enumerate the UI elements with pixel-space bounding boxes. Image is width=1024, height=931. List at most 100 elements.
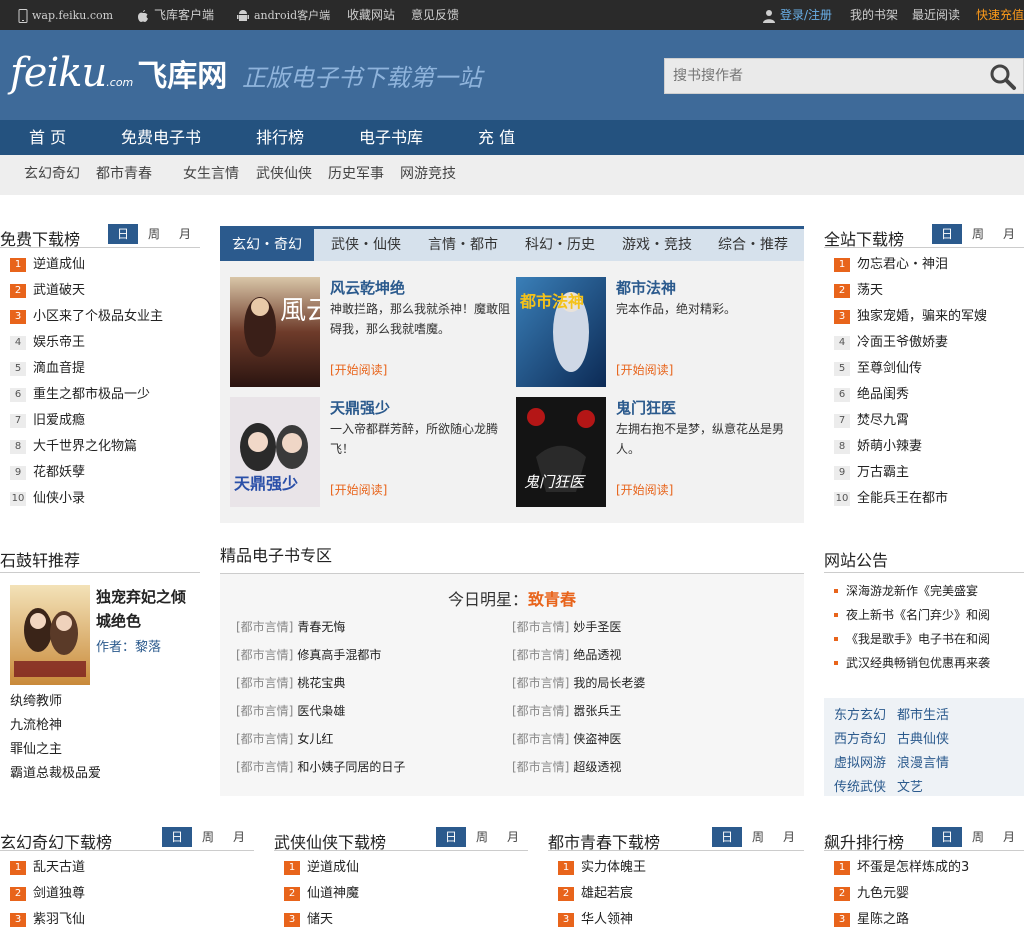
tab-month[interactable]: 月 <box>994 827 1024 847</box>
nav-recharge[interactable]: 充 值 <box>478 120 515 155</box>
tab-youxi-jingji[interactable]: 游戏・竞技 <box>622 229 692 261</box>
list-item[interactable]: [都市言情] 嚣张兵王 <box>512 697 645 725</box>
ios-client-link[interactable]: 飞库客户端 <box>136 0 214 30</box>
favorite-link[interactable]: 收藏网站 <box>347 0 395 30</box>
recent-reading-link[interactable]: 最近阅读 <box>912 0 960 30</box>
tab-wuxia-xianxia[interactable]: 武侠・仙侠 <box>331 229 401 261</box>
rank-item[interactable]: 2 九色元婴 <box>824 881 1024 907</box>
rank-item[interactable]: 2 剑道独尊 <box>0 881 254 907</box>
book-cover[interactable]: 鬼门狂医 <box>516 397 606 507</box>
list-item[interactable]: 罪仙之主 <box>10 738 101 762</box>
tab-day[interactable]: 日 <box>108 224 138 244</box>
book-title[interactable]: 独宠弃妃之倾城绝色 <box>96 585 196 633</box>
tab-month[interactable]: 月 <box>774 827 804 847</box>
tab-week[interactable]: 周 <box>963 827 993 847</box>
rank-item[interactable]: 5 至尊剑仙传 <box>824 356 1024 382</box>
rank-item[interactable]: 3 星陈之路 <box>824 907 1024 931</box>
tab-month[interactable]: 月 <box>994 224 1024 244</box>
start-reading-link[interactable]: [开始阅读] <box>330 361 387 378</box>
start-reading-link[interactable]: [开始阅读] <box>616 481 673 498</box>
list-item[interactable]: 纨绔教师 <box>10 690 101 714</box>
nav-rankings[interactable]: 排行榜 <box>256 120 304 155</box>
subnav-wuxia[interactable]: 武侠仙侠 <box>256 155 312 195</box>
list-item[interactable]: [都市言情] 超级透视 <box>512 753 645 781</box>
tab-month[interactable]: 月 <box>224 827 254 847</box>
category-link[interactable]: 文艺 <box>897 776 923 795</box>
tab-day[interactable]: 日 <box>932 827 962 847</box>
tab-week[interactable]: 周 <box>743 827 773 847</box>
nav-library[interactable]: 电子书库 <box>359 120 423 155</box>
tab-xuanhuan-qihuan[interactable]: 玄幻・奇幻 <box>220 229 314 261</box>
rank-item[interactable]: 1 乱天古道 <box>0 855 254 881</box>
tab-week[interactable]: 周 <box>193 827 223 847</box>
list-item[interactable]: [都市言情] 修真高手混都市 <box>236 641 405 669</box>
bookshelf-link[interactable]: 我的书架 <box>850 0 898 30</box>
list-item[interactable]: [都市言情] 我的局长老婆 <box>512 669 645 697</box>
rank-item[interactable]: 3 储天 <box>274 907 528 931</box>
list-item[interactable]: [都市言情] 侠盗神医 <box>512 725 645 753</box>
tab-day[interactable]: 日 <box>436 827 466 847</box>
rank-item[interactable]: 5 滴血音提 <box>0 356 200 382</box>
android-client-link[interactable]: android客户端 <box>236 0 330 30</box>
author-name[interactable]: 黎落 <box>135 640 161 655</box>
subnav-lishi[interactable]: 历史军事 <box>328 155 384 195</box>
tab-month[interactable]: 月 <box>170 224 200 244</box>
rank-item[interactable]: 2 雄起若宸 <box>548 881 804 907</box>
list-item[interactable]: [都市言情] 青春无悔 <box>236 613 405 641</box>
rank-item[interactable]: 2 荡天 <box>824 278 1024 304</box>
tab-day[interactable]: 日 <box>162 827 192 847</box>
recharge-link[interactable]: 快速充值 <box>976 0 1024 30</box>
notice-item[interactable]: 《我是歌手》电子书在和阅 <box>834 627 1024 651</box>
rank-item[interactable]: 1 实力体魄王 <box>548 855 804 881</box>
rank-item[interactable]: 4 娱乐帝王 <box>0 330 200 356</box>
list-item[interactable]: 九流枪神 <box>10 714 101 738</box>
rank-item[interactable]: 3 华人领神 <box>548 907 804 931</box>
book-title[interactable]: 天鼎强少 <box>330 397 390 418</box>
category-link[interactable]: 东方玄幻 <box>834 704 886 723</box>
book-cover[interactable] <box>10 585 90 685</box>
rank-item[interactable]: 10 仙侠小录 <box>0 486 200 512</box>
list-item[interactable]: [都市言情] 桃花宝典 <box>236 669 405 697</box>
tab-day[interactable]: 日 <box>712 827 742 847</box>
rank-item[interactable]: 2 武道破天 <box>0 278 200 304</box>
notice-item[interactable]: 武汉经典畅销包优惠再来袭 <box>834 651 1024 675</box>
tab-month[interactable]: 月 <box>498 827 528 847</box>
subnav-nvsheng[interactable]: 女生言情 <box>183 155 239 195</box>
rank-item[interactable]: 10 全能兵王在都市 <box>824 486 1024 512</box>
category-link[interactable]: 虚拟网游 <box>834 752 886 771</box>
category-link[interactable]: 浪漫言情 <box>897 752 949 771</box>
list-item[interactable]: 霸道总裁极品爱 <box>10 762 101 786</box>
search-input[interactable] <box>673 65 973 87</box>
list-item[interactable]: [都市言情] 绝品透视 <box>512 641 645 669</box>
tab-yanqing-dushi[interactable]: 言情・都市 <box>428 229 498 261</box>
tab-zonghe-tuijian[interactable]: 综合・推荐 <box>718 229 788 261</box>
rank-item[interactable]: 8 大千世界之化物篇 <box>0 434 200 460</box>
notice-item[interactable]: 深海游龙新作《完美盛宴 <box>834 579 1024 603</box>
mobile-site-link[interactable]: wap.feiku.com <box>18 0 113 30</box>
list-item[interactable]: [都市言情] 女儿红 <box>236 725 405 753</box>
rank-item[interactable]: 1 勿忘君心・神泪 <box>824 252 1024 278</box>
site-logo[interactable]: feiku.com 飞库网 <box>10 48 227 98</box>
tab-day[interactable]: 日 <box>932 224 962 244</box>
tab-week[interactable]: 周 <box>467 827 497 847</box>
book-cover[interactable]: 都市法神 <box>516 277 606 387</box>
subnav-xuanhuan[interactable]: 玄幻奇幻 <box>24 155 80 195</box>
book-title[interactable]: 都市法神 <box>616 277 676 298</box>
rank-item[interactable]: 3 独家宠婚，骗来的军嫂 <box>824 304 1024 330</box>
category-link[interactable]: 传统武侠 <box>834 776 886 795</box>
notice-item[interactable]: 夜上新书《名门弃少》和阅 <box>834 603 1024 627</box>
star-name[interactable]: 致青春 <box>528 590 576 609</box>
tab-week[interactable]: 周 <box>139 224 169 244</box>
rank-item[interactable]: 3 小区来了个极品女业主 <box>0 304 200 330</box>
rank-item[interactable]: 9 万古霸主 <box>824 460 1024 486</box>
search-icon[interactable] <box>989 63 1017 91</box>
feedback-link[interactable]: 意见反馈 <box>411 0 459 30</box>
book-cover[interactable]: 風云 <box>230 277 320 387</box>
rank-item[interactable]: 6 绝品闺秀 <box>824 382 1024 408</box>
subnav-dushi[interactable]: 都市青春 <box>96 155 152 195</box>
login-link[interactable]: 登录/注册 <box>762 0 832 30</box>
rank-item[interactable]: 1 坏蛋是怎样炼成的3 <box>824 855 1024 881</box>
list-item[interactable]: [都市言情] 医代枭雄 <box>236 697 405 725</box>
rank-item[interactable]: 9 花都妖孽 <box>0 460 200 486</box>
rank-item[interactable]: 7 焚尽九霄 <box>824 408 1024 434</box>
